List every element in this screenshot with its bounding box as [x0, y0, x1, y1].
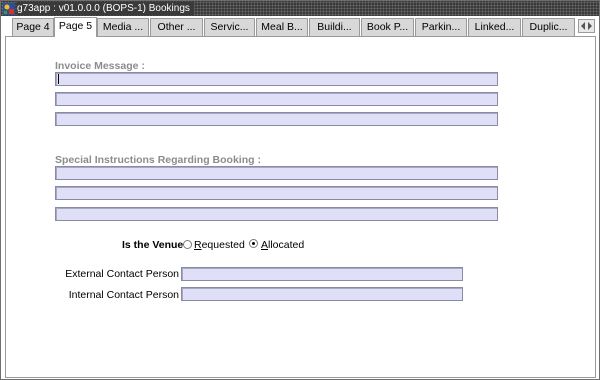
tab-page-4[interactable]: Page 4 [12, 18, 54, 36]
tab-label: Servic... [210, 21, 249, 33]
invoice-message-line-2[interactable] [55, 92, 498, 106]
tab-book-p[interactable]: Book P... [361, 18, 414, 36]
tab-duplicate[interactable]: Duplic... [522, 18, 575, 36]
tab-services[interactable]: Servic... [204, 18, 255, 36]
tab-label: Duplic... [529, 21, 568, 33]
tab-label: Linked... [474, 21, 515, 33]
invoice-message-line-1[interactable] [55, 72, 498, 86]
external-contact-field[interactable] [181, 267, 463, 281]
title-bar[interactable]: g73app : v01.0.0.0 (BOPS-1) Bookings [1, 1, 599, 16]
venue-requested-radio[interactable] [183, 240, 192, 249]
special-instructions-line-2[interactable] [55, 186, 498, 200]
tab-label: Media ... [102, 21, 144, 33]
tab-label: Page 5 [58, 20, 93, 32]
special-instructions-line-1[interactable] [55, 166, 498, 180]
mnemonic-letter: A [261, 239, 269, 251]
tab-label: Buildi... [317, 21, 352, 33]
invoice-message-line-3[interactable] [55, 112, 498, 126]
tab-other[interactable]: Other ... [150, 18, 203, 36]
venue-allocated-label[interactable]: Allocated [261, 239, 304, 251]
external-contact-label: External Contact Person [65, 268, 179, 280]
window-title: g73app : v01.0.0.0 (BOPS-1) Bookings [17, 2, 194, 15]
tab-meal-bookings[interactable]: Meal B... [256, 18, 308, 36]
internal-contact-label: Internal Contact Person [68, 289, 179, 301]
tab-scroll-button[interactable] [578, 19, 595, 33]
tab-label: Other ... [157, 21, 196, 33]
option-text: llocated [268, 239, 305, 251]
tab-media[interactable]: Media ... [97, 18, 149, 36]
mnemonic-letter: R [194, 239, 202, 251]
internal-contact-field[interactable] [181, 287, 463, 301]
special-instructions-label: Special Instructions Regarding Booking : [55, 154, 261, 166]
tab-page-5[interactable]: Page 5 [54, 17, 97, 37]
tab-linked[interactable]: Linked... [468, 18, 521, 36]
tab-label: Book P... [366, 21, 409, 33]
invoice-message-label: Invoice Message : [55, 60, 145, 72]
option-text: equested [201, 239, 245, 251]
tab-label: Page 4 [16, 21, 50, 33]
tab-parking[interactable]: Parkin... [415, 18, 467, 36]
app-icon[interactable] [3, 2, 15, 15]
text-caret [58, 74, 59, 84]
bookings-window: g73app : v01.0.0.0 (BOPS-1) Bookings Pag… [0, 0, 600, 380]
tab-label: Meal B... [261, 21, 303, 33]
tab-strip: Page 4 Page 5 Media ... Other ... Servic… [1, 16, 599, 37]
venue-label: Is the Venue [122, 239, 184, 251]
special-instructions-line-3[interactable] [55, 207, 498, 221]
scroll-arrows-icon [581, 22, 592, 30]
venue-requested-label[interactable]: Requested [194, 239, 245, 251]
tab-label: Parkin... [421, 21, 461, 33]
venue-allocated-radio[interactable] [249, 239, 258, 248]
tab-buildings[interactable]: Buildi... [309, 18, 360, 36]
